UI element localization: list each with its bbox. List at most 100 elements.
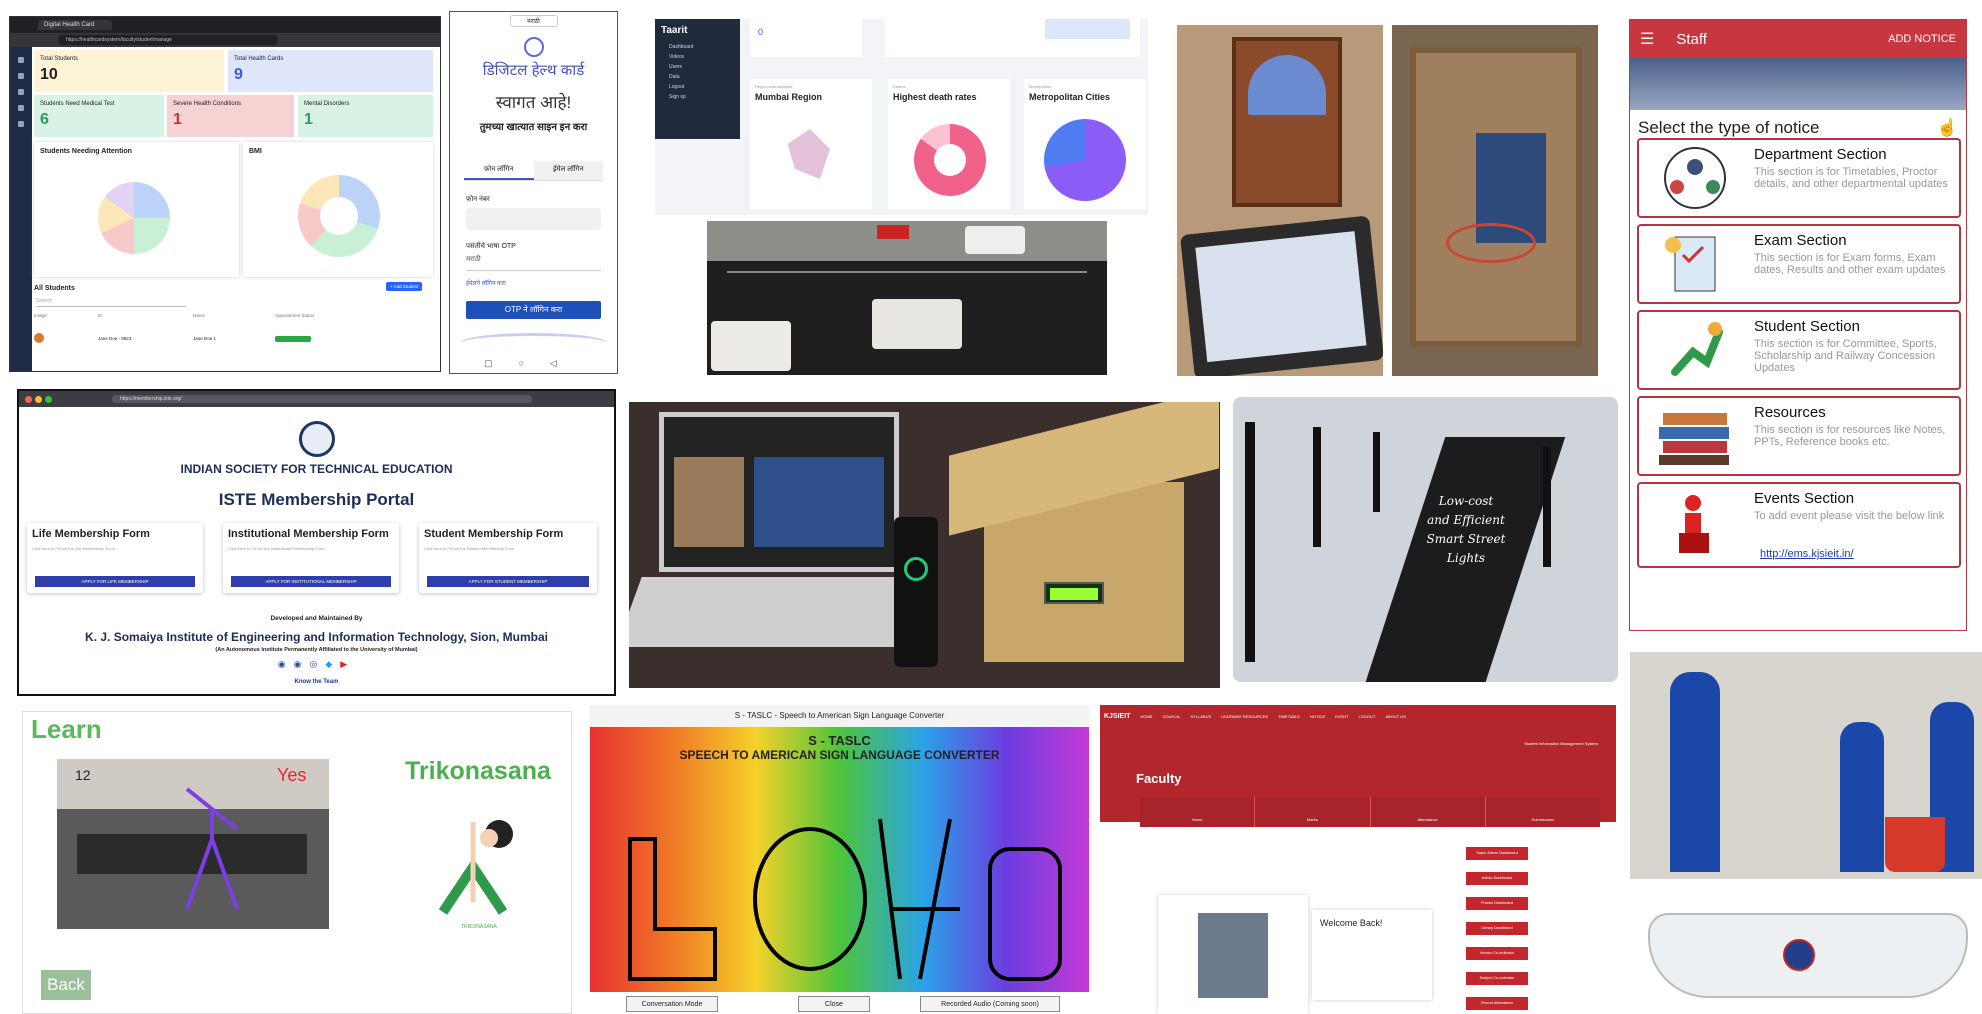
tab-attendance[interactable]: Attendance bbox=[1371, 797, 1486, 827]
notice-exam[interactable]: Exam Section This section is for Exam fo… bbox=[1637, 224, 1961, 304]
search-input[interactable]: Search bbox=[36, 298, 186, 307]
nav-notice[interactable]: NOTICE bbox=[1310, 714, 1325, 719]
minimize-window-icon[interactable] bbox=[35, 395, 42, 403]
add-student-button[interactable]: + Add Student bbox=[386, 282, 423, 291]
maximize-window-icon[interactable] bbox=[45, 395, 52, 403]
hand-pointer-icon: ☝ bbox=[1936, 118, 1958, 137]
stat-label: Severe Health Conditions bbox=[173, 101, 242, 107]
menu-icon[interactable]: ☰ bbox=[1640, 29, 1654, 49]
chart-title: Students Needing Attention bbox=[40, 148, 132, 155]
nav-timetable[interactable]: TIMETABLE bbox=[1278, 714, 1300, 719]
app-bar: ☰ Staff ADD NOTICE bbox=[1630, 20, 1966, 58]
apply-institutional-button[interactable]: APPLY FOR INSTITUTIONAL MEMBERSHIP bbox=[231, 576, 391, 587]
login-tabs: फ़ोन लॉगिन ईमेल लॉगिन bbox=[464, 161, 603, 181]
sidebar-item-data[interactable]: Data bbox=[669, 74, 734, 80]
wooden-box bbox=[1410, 47, 1582, 347]
sidebar-item-videos[interactable]: Videos bbox=[669, 54, 734, 60]
organization-name: INDIAN SOCIETY FOR TECHNICAL EDUCATION bbox=[180, 462, 453, 476]
tab-marks[interactable]: Marks bbox=[1255, 797, 1371, 827]
logo-icon bbox=[523, 37, 544, 57]
recorded-audio-button[interactable]: Recorded Audio (Coming soon) bbox=[920, 996, 1060, 1012]
tab-bar: Home Marks Attendance Submissions bbox=[1140, 797, 1600, 827]
otp-language-select[interactable]: मराठी bbox=[466, 255, 601, 271]
attendance-button[interactable]: Record Attendance bbox=[1466, 997, 1528, 1010]
sidebar-item-dashboard[interactable]: Dashboard bbox=[669, 44, 734, 50]
chart-card-bmi: BMI bbox=[243, 142, 433, 277]
lamp-post bbox=[1543, 447, 1551, 567]
table-header: Image ID Name Appointment Status bbox=[34, 313, 315, 318]
vendor-button[interactable]: Vendor Co-ordinator bbox=[1466, 947, 1528, 960]
stat-value: 1 bbox=[304, 111, 313, 128]
system-name: Student Information Management System bbox=[1524, 741, 1598, 746]
users-icon[interactable] bbox=[18, 73, 24, 79]
table-row[interactable]: Jane Doe - 9823 Jane Doe 1 bbox=[34, 333, 432, 344]
browser-urlbar: https://healthcardsystem/faculty/student… bbox=[10, 33, 440, 47]
pie-chart bbox=[98, 182, 170, 254]
proctor-button[interactable]: Proctor Dashboard bbox=[1466, 897, 1528, 910]
add-notice-button[interactable]: ADD NOTICE bbox=[1888, 33, 1956, 45]
tab-email-login[interactable]: ईमेल लॉगिन bbox=[533, 161, 603, 180]
ems-link[interactable]: http://ems.kjsieit.in/ bbox=[1760, 548, 1854, 560]
app-subtitle: SPEECH TO AMERICAN SIGN LANGUAGE CONVERT… bbox=[679, 748, 1000, 762]
signin-subtitle: तुमच्या खात्यात साइन इन करा bbox=[479, 122, 588, 133]
nav-home[interactable]: HOME bbox=[1140, 714, 1152, 719]
top-nav: KJSIEIT HOME COUNCIL SYLLABUS LEARNING R… bbox=[1100, 705, 1616, 727]
social-icons[interactable]: ◉◉◎◆▶ bbox=[19, 659, 614, 670]
close-button[interactable]: Close bbox=[798, 996, 870, 1012]
pose-name: Trikonasana bbox=[405, 757, 551, 785]
notice-department[interactable]: Department Section This section is for T… bbox=[1637, 138, 1961, 218]
notice-events[interactable]: Events Section To add event please visit… bbox=[1637, 482, 1961, 568]
nav-syllabus[interactable]: SYLLABUS bbox=[1190, 714, 1211, 719]
nav-event[interactable]: EVENT bbox=[1335, 714, 1348, 719]
admin-button[interactable]: Admin Dashboard bbox=[1466, 872, 1528, 885]
address-bar[interactable]: https://membership.iste.org/ bbox=[112, 395, 532, 403]
notice-resources[interactable]: Resources This section is for resources … bbox=[1637, 396, 1961, 476]
chart-icon[interactable] bbox=[18, 105, 24, 111]
language-select[interactable]: मराठी bbox=[509, 15, 558, 27]
home-icon[interactable] bbox=[18, 57, 24, 63]
tab-phone-login[interactable]: फ़ोन लॉगिन bbox=[464, 161, 534, 180]
conversation-mode-button[interactable]: Conversation Mode bbox=[626, 996, 718, 1012]
pose-caption: TRIKONASANA bbox=[461, 924, 497, 930]
tab-submissions[interactable]: Submissions bbox=[1486, 797, 1600, 827]
nav-logout[interactable]: LOGOUT bbox=[1358, 714, 1375, 719]
stat-card-severe: Severe Health Conditions 1 bbox=[167, 95, 294, 137]
stat-card-medical-test: Students Need Medical Test 6 bbox=[34, 95, 164, 137]
phone-input[interactable] bbox=[466, 208, 601, 230]
subject-button[interactable]: Subject Co-ordinator bbox=[1466, 972, 1528, 985]
browser-toolbar: https://membership.iste.org/ bbox=[19, 391, 614, 407]
app-title: S - TASLC bbox=[808, 733, 871, 748]
health-dashboard-screenshot: Digital Health Card https://healthcardsy… bbox=[9, 16, 441, 372]
avatar bbox=[1198, 913, 1268, 998]
email-login-link[interactable]: ईमेलने लॉगिन करा bbox=[466, 279, 601, 287]
android-nav-icons[interactable]: ▢○◁ bbox=[450, 358, 617, 369]
nav-learning-resources[interactable]: LEARNING RESOURCES bbox=[1221, 714, 1268, 719]
settings-icon[interactable] bbox=[18, 121, 24, 127]
sensor-module bbox=[1783, 939, 1815, 971]
apply-student-button[interactable]: APPLY FOR STUDENT MEMBERSHIP bbox=[427, 576, 589, 587]
nav-council[interactable]: COUNCIL bbox=[1162, 714, 1180, 719]
tab-home[interactable]: Home bbox=[1140, 797, 1256, 827]
card-icon[interactable] bbox=[18, 89, 24, 95]
sidebar-item-logout[interactable]: Logout bbox=[669, 84, 734, 90]
stat-value: 9 bbox=[234, 66, 243, 83]
close-window-icon[interactable] bbox=[25, 395, 32, 403]
know-team-link[interactable]: Know the Team bbox=[19, 679, 614, 685]
wiring-box-photo bbox=[1392, 25, 1598, 376]
exam-clipboard-icon bbox=[1645, 231, 1745, 297]
notice-student[interactable]: Student Section This section is for Comm… bbox=[1637, 310, 1961, 390]
kjsieit-faculty-screenshot: KJSIEIT HOME COUNCIL SYLLABUS LEARNING R… bbox=[1100, 705, 1616, 1014]
super-admin-button[interactable]: Super Admin Dashboard bbox=[1466, 847, 1528, 860]
otp-login-button[interactable]: OTP ने लॉगिन करा bbox=[466, 301, 601, 319]
sidebar-item-signup[interactable]: Sign up bbox=[669, 94, 734, 100]
library-button[interactable]: Library Dashboard bbox=[1466, 922, 1528, 935]
top-chart bbox=[885, 19, 1140, 57]
address-bar[interactable]: https://healthcardsystem/faculty/student… bbox=[58, 35, 278, 45]
student-runner-icon bbox=[1645, 317, 1745, 383]
back-button[interactable]: Back bbox=[41, 970, 91, 1000]
nav-about[interactable]: ABOUT US bbox=[1385, 714, 1405, 719]
sidebar-item-users[interactable]: Users bbox=[669, 64, 734, 70]
apply-life-button[interactable]: APPLY FOR LIFE MEMBERSHIP bbox=[35, 576, 195, 587]
smartphone bbox=[894, 517, 938, 667]
browser-tab[interactable]: Digital Health Card bbox=[38, 20, 113, 30]
